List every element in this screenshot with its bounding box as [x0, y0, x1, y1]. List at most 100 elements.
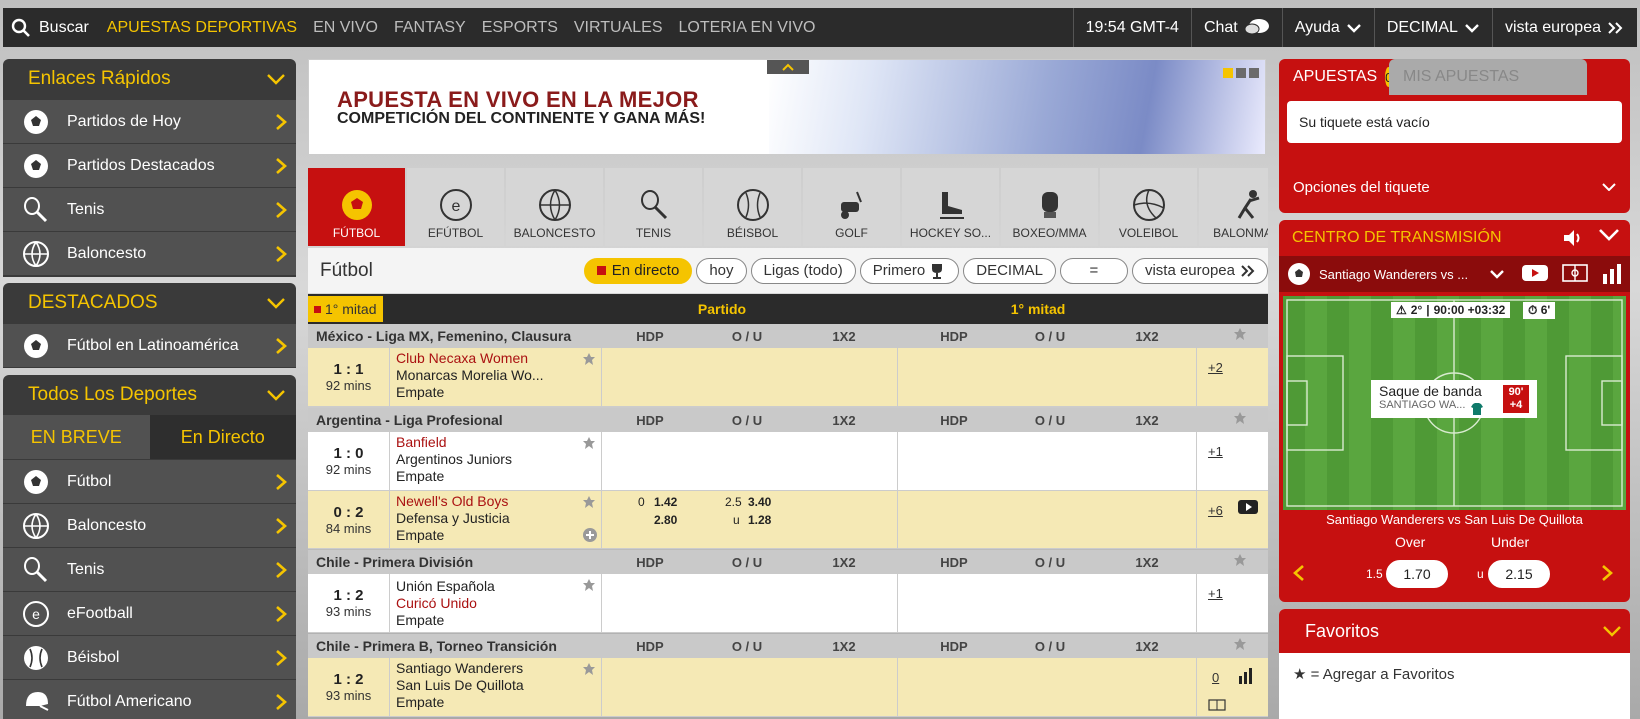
ou-under-odds[interactable]: 1.28	[748, 513, 771, 527]
video-play-icon[interactable]	[1238, 499, 1258, 518]
tab-en-breve[interactable]: EN BREVE	[3, 415, 150, 459]
featured-latin-football[interactable]: Fútbol en Latinoamérica	[3, 323, 296, 367]
banner-dot[interactable]	[1249, 68, 1259, 78]
stats-bar-chart-icon[interactable]	[1602, 264, 1622, 284]
league-header[interactable]: Chile - Primera B, Torneo Transición HDP…	[308, 634, 1268, 658]
banner-dot[interactable]	[1223, 68, 1233, 78]
pitch-icon[interactable]	[1562, 264, 1588, 282]
odds-format-dropdown[interactable]: DECIMAL	[1373, 8, 1492, 47]
favorite-star-icon[interactable]	[582, 352, 596, 369]
tab-basketball[interactable]: BALONCESTO	[506, 168, 603, 246]
under-odds-button[interactable]: 2.15	[1488, 560, 1550, 588]
view-toggle[interactable]: vista europea	[1491, 8, 1637, 47]
tab-bets[interactable]: APUESTAS0	[1279, 59, 1393, 95]
match-row[interactable]: 1 : 2 93 mins Unión Española Curicó Unido E…	[308, 574, 1268, 633]
more-markets-link[interactable]: +6	[1208, 503, 1223, 518]
sport-item-american-football[interactable]: Fútbol Americano	[3, 679, 296, 719]
home-team[interactable]: Club Necaxa Women	[396, 350, 544, 367]
all-sports-header[interactable]: Todos Los Deportes	[3, 375, 296, 415]
home-team[interactable]: Santiago Wanderers	[396, 660, 524, 677]
collapse-banner-button[interactable]	[767, 60, 809, 74]
more-markets-link[interactable]: +1	[1208, 586, 1223, 601]
favorite-star-icon[interactable]	[1233, 327, 1247, 344]
sport-item-efootball[interactable]: e eFootball	[3, 591, 296, 635]
favorite-star-icon[interactable]	[1233, 637, 1247, 654]
nav-live[interactable]: EN VIVO	[305, 19, 386, 37]
sport-item-football[interactable]: Fútbol	[3, 459, 296, 503]
tab-golf[interactable]: GOLF	[803, 168, 900, 246]
chat-button[interactable]: Chat	[1190, 8, 1282, 47]
home-team[interactable]: Newell's Old Boys	[396, 493, 510, 510]
speaker-icon[interactable]	[1562, 228, 1584, 248]
favorite-star-icon[interactable]	[582, 495, 596, 512]
more-markets-link[interactable]: 0	[1212, 670, 1219, 685]
nav-live-lottery[interactable]: LOTERIA EN VIVO	[671, 19, 824, 37]
favorite-star-icon[interactable]	[582, 436, 596, 453]
favorite-star-icon[interactable]	[582, 578, 596, 595]
nav-virtuals[interactable]: VIRTUALES	[566, 19, 671, 37]
sort-first-button[interactable]: Primero	[859, 257, 960, 284]
league-header[interactable]: Argentina - Liga Profesional HDP O / U 1…	[308, 408, 1268, 432]
banner-dot[interactable]	[1236, 68, 1246, 78]
quick-link-tennis[interactable]: Tenis	[3, 187, 296, 231]
equals-filter-button[interactable]: =	[1059, 257, 1128, 284]
today-filter-button[interactable]: hoy	[696, 257, 747, 284]
quick-link-today[interactable]: Partidos de Hoy	[3, 99, 296, 143]
stream-match-selector[interactable]: Santiago Wanderers vs ...	[1279, 256, 1630, 292]
tab-volleyball[interactable]: VOLEIBOL	[1100, 168, 1197, 246]
live-filter-button[interactable]: En directo	[583, 257, 693, 284]
favorite-star-icon[interactable]	[1233, 553, 1247, 570]
sport-item-tennis[interactable]: Tenis	[3, 547, 296, 591]
chevron-right-icon[interactable]	[1601, 564, 1613, 585]
tab-baseball[interactable]: BÉISBOL	[704, 168, 801, 246]
tab-en-directo[interactable]: En Directo	[149, 415, 296, 459]
away-team[interactable]: Monarcas Morelia Wo...	[396, 367, 544, 384]
video-play-icon[interactable]	[1522, 264, 1548, 282]
sport-item-basketball[interactable]: Baloncesto	[3, 503, 296, 547]
away-team[interactable]: San Luis De Quillota	[396, 677, 524, 694]
favorites-header[interactable]: Favoritos	[1279, 609, 1630, 653]
tab-efootball[interactable]: e EFÚTBOL	[407, 168, 504, 246]
favorite-star-icon[interactable]	[1233, 411, 1247, 428]
draw-label[interactable]: Empate	[396, 694, 524, 711]
match-row[interactable]: 1 : 0 92 mins Banfield Argentinos Juniors E…	[308, 432, 1268, 491]
chevron-left-icon[interactable]	[1293, 564, 1305, 585]
tab-boxing[interactable]: BOXEO/MMA	[1001, 168, 1098, 246]
quick-link-basketball[interactable]: Baloncesto	[3, 231, 296, 275]
plus-circle-icon[interactable]	[582, 527, 598, 546]
hdp-home-odds[interactable]: 1.42	[654, 495, 677, 509]
hdp-away-odds[interactable]: 2.80	[654, 513, 677, 527]
chevron-down-icon[interactable]	[1598, 228, 1620, 242]
help-dropdown[interactable]: Ayuda	[1281, 8, 1374, 47]
decimal-filter-button[interactable]: DECIMAL	[963, 257, 1056, 284]
match-row[interactable]: 1 : 1 92 mins Club Necaxa Women Monarcas M…	[308, 348, 1268, 407]
draw-label[interactable]: Empate	[396, 384, 544, 401]
league-header[interactable]: Chile - Primera División HDP O / U 1X2 H…	[308, 550, 1268, 574]
leagues-filter-button[interactable]: Ligas (todo)	[750, 257, 856, 284]
ticket-options-toggle[interactable]: Opciones del tiquete	[1279, 169, 1630, 205]
tab-football[interactable]: FÚTBOL	[308, 168, 405, 246]
sport-item-baseball[interactable]: Béisbol	[3, 635, 296, 679]
favorite-star-icon[interactable]	[582, 662, 596, 679]
draw-label[interactable]: Empate	[396, 527, 510, 544]
away-team[interactable]: Defensa y Justicia	[396, 510, 510, 527]
search-button[interactable]: Buscar	[3, 18, 99, 38]
nav-fantasy[interactable]: FANTASY	[386, 19, 474, 37]
tab-hockey[interactable]: HOCKEY SO...	[902, 168, 999, 246]
pitch-icon[interactable]	[1208, 698, 1226, 714]
nav-esports[interactable]: ESPORTS	[474, 19, 566, 37]
stats-bar-chart-icon[interactable]	[1238, 668, 1256, 687]
featured-header[interactable]: DESTACADOS	[3, 283, 296, 323]
ou-over-odds[interactable]: 3.40	[748, 495, 771, 509]
draw-label[interactable]: Empate	[396, 468, 512, 485]
tab-tennis[interactable]: TENIS	[605, 168, 702, 246]
match-row[interactable]: 1 : 2 93 mins Santiago Wanderers San Luis …	[308, 658, 1268, 717]
league-header[interactable]: México - Liga MX, Femenino, Clausura HDP…	[308, 324, 1268, 348]
view-filter-button[interactable]: vista europea	[1131, 257, 1268, 284]
tab-handball[interactable]: BALONMA...	[1199, 168, 1268, 246]
tab-my-bets[interactable]: MIS APUESTAS	[1389, 59, 1587, 95]
over-odds-button[interactable]: 1.70	[1386, 560, 1448, 588]
more-markets-link[interactable]: +2	[1208, 360, 1223, 375]
home-team[interactable]: Unión Española	[396, 578, 495, 595]
match-row[interactable]: 0 : 2 84 mins Newell's Old Boys Defensa y …	[308, 491, 1268, 549]
